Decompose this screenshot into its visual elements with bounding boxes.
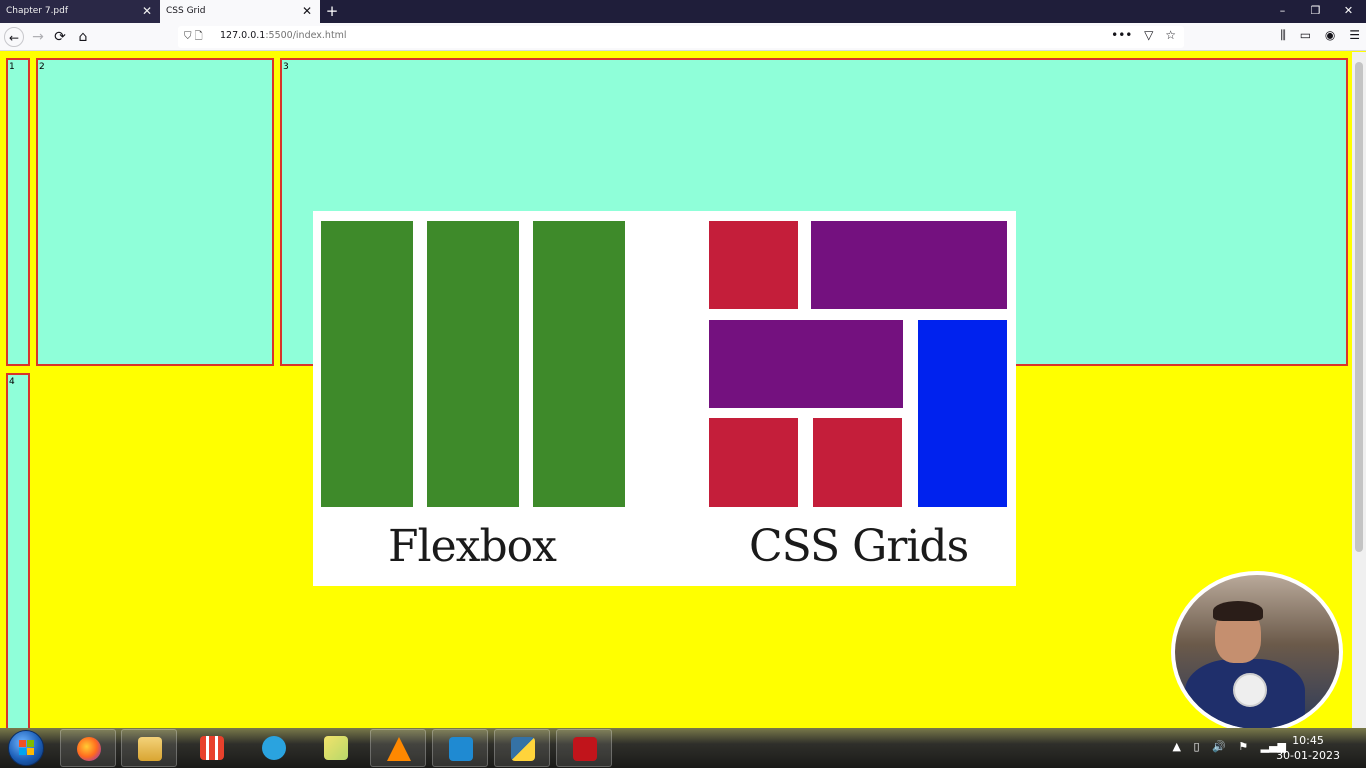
- flex-item-block: [321, 221, 413, 507]
- tab-title: Chapter 7.pdf: [6, 6, 69, 16]
- telegram-icon: [262, 736, 286, 760]
- account-icon[interactable]: ◉: [1325, 28, 1335, 42]
- tab-css-grid[interactable]: CSS Grid ✕: [160, 0, 320, 23]
- taskbar-vlc[interactable]: [370, 729, 426, 767]
- tab-title: CSS Grid: [166, 6, 206, 16]
- back-arrow-icon[interactable]: ←: [4, 27, 24, 47]
- show-hidden-icons-icon[interactable]: ▲: [1173, 740, 1181, 753]
- grid-item-4: 4: [6, 373, 30, 728]
- taskbar-sticky-notes[interactable]: [308, 729, 364, 767]
- css-grids-caption: CSS Grids: [749, 521, 969, 572]
- home-icon[interactable]: ⌂: [73, 27, 93, 47]
- nav-bar: ← → ⟳ ⌂ ⛉ 🗋 127.0.0.1:5500/index.html ••…: [0, 23, 1366, 51]
- grid-item-label: 2: [39, 62, 45, 72]
- library-icon[interactable]: ⫼: [1280, 28, 1286, 42]
- taskbar-file-explorer[interactable]: [121, 729, 177, 767]
- address-bar[interactable]: ⛉ 🗋 127.0.0.1:5500/index.html ••• ▽ ☆: [178, 26, 1184, 48]
- grid-block: [813, 418, 902, 507]
- action-center-flag-icon[interactable]: ⚑: [1238, 740, 1248, 753]
- scrollbar-thumb[interactable]: [1355, 62, 1363, 552]
- sticky-notes-icon: [324, 736, 348, 760]
- person-hair: [1213, 601, 1263, 621]
- taskbar-firefox[interactable]: [60, 729, 116, 767]
- grid-item-1: 1: [6, 58, 30, 366]
- start-button[interactable]: [8, 730, 44, 766]
- taskbar-telegram[interactable]: [246, 729, 302, 767]
- close-tab-icon[interactable]: ✕: [302, 0, 312, 23]
- vscode-icon: [449, 737, 473, 761]
- close-tab-icon[interactable]: ✕: [142, 0, 152, 23]
- tab-strip: Chapter 7.pdf ✕ CSS Grid ✕ + – ❐ ✕: [0, 0, 1366, 23]
- volume-icon[interactable]: 🔊: [1212, 740, 1226, 753]
- flexbox-caption: Flexbox: [388, 521, 557, 572]
- webcam-overlay: [1171, 571, 1343, 733]
- firefox-icon: [77, 737, 101, 761]
- grid-item-2: 2: [36, 58, 274, 366]
- close-window-icon[interactable]: ✕: [1332, 0, 1365, 23]
- grid-item-label: 1: [9, 62, 15, 72]
- bookmark-star-icon[interactable]: ☆: [1165, 28, 1176, 42]
- acrobat-icon: [573, 737, 597, 761]
- pocket-icon[interactable]: ▽: [1144, 28, 1153, 42]
- python-icon: [511, 737, 535, 761]
- flexbox-vs-grid-image: Flexbox CSS Grids: [313, 211, 1016, 586]
- folder-icon: [138, 737, 162, 761]
- url-text[interactable]: 127.0.0.1:5500/index.html: [220, 30, 347, 41]
- app-grid-icon: [200, 736, 224, 760]
- plus-icon[interactable]: +: [322, 0, 342, 23]
- grid-block: [811, 221, 1007, 309]
- grid-block: [709, 418, 798, 507]
- grid-item-label: 4: [9, 377, 15, 387]
- taskbar-vscode[interactable]: [432, 729, 488, 767]
- flex-item-block: [533, 221, 625, 507]
- minimize-icon[interactable]: –: [1266, 0, 1299, 23]
- grid-block: [709, 320, 903, 408]
- clock[interactable]: 10:45 30-01-2023: [1276, 733, 1340, 763]
- url-path: :5500/index.html: [265, 30, 347, 41]
- grid-block: [918, 320, 1007, 507]
- taskbar-app-grid[interactable]: [184, 729, 240, 767]
- sidebar-icon[interactable]: ▭: [1300, 28, 1311, 42]
- page-scrollbar[interactable]: [1352, 52, 1366, 728]
- microphone-icon: [1233, 673, 1267, 707]
- shield-icon[interactable]: ⛉ 🗋: [184, 29, 203, 46]
- taskbar-acrobat[interactable]: [556, 729, 612, 767]
- restore-icon[interactable]: ❐: [1299, 0, 1332, 23]
- toolbar-right: ⫼ ▭ ◉ ☰: [1270, 28, 1360, 43]
- forward-arrow-icon[interactable]: →: [28, 27, 48, 47]
- windows-logo-icon: [19, 740, 35, 756]
- vlc-cone-icon: [387, 737, 411, 761]
- more-actions-icon[interactable]: •••: [1111, 28, 1132, 42]
- tab-chapter-7-pdf[interactable]: Chapter 7.pdf ✕: [0, 0, 160, 23]
- webcam-feed: [1175, 575, 1339, 729]
- menu-icon[interactable]: ☰: [1349, 28, 1360, 42]
- grid-item-label: 3: [283, 62, 289, 72]
- taskbar: ▲ ▯ 🔊 ⚑ ▂▄▆ 10:45 30-01-2023: [0, 728, 1366, 768]
- reload-icon[interactable]: ⟳: [50, 27, 70, 47]
- taskbar-python[interactable]: [494, 729, 550, 767]
- flex-item-block: [427, 221, 519, 507]
- battery-icon[interactable]: ▯: [1193, 740, 1199, 753]
- clock-date: 30-01-2023: [1276, 749, 1340, 762]
- url-actions: ••• ▽ ☆: [1103, 28, 1176, 42]
- clock-time: 10:45: [1292, 734, 1324, 747]
- url-host: 127.0.0.1: [220, 30, 266, 41]
- system-tray: ▲ ▯ 🔊 ⚑ ▂▄▆: [1164, 740, 1287, 753]
- grid-block: [709, 221, 798, 309]
